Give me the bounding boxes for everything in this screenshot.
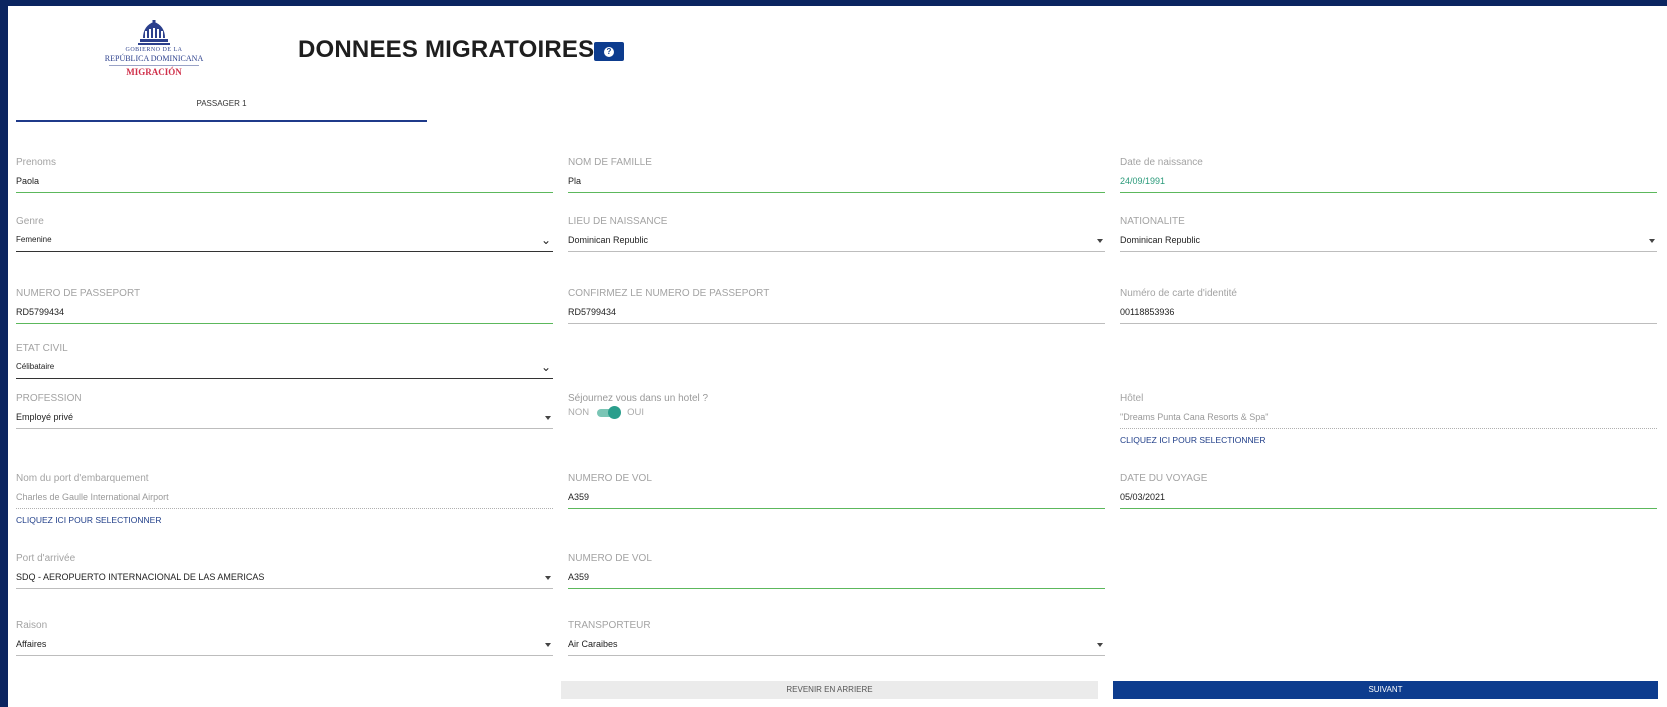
hotel-select-link[interactable]: CLIQUEZ ICI POUR SELECTIONNER: [1120, 435, 1657, 445]
chevron-down-icon: ⌄: [540, 360, 551, 374]
hotel-toggle-group: NON OUI: [568, 405, 1105, 419]
raison-select[interactable]: Affaires: [16, 637, 553, 656]
numero-vol-label: NUMERO DE VOL: [568, 473, 652, 484]
transporteur-select[interactable]: Air Caraibes: [568, 637, 1105, 656]
port-embarquement-select-link[interactable]: CLIQUEZ ICI POUR SELECTIONNER: [16, 515, 553, 525]
carte-identite-label: Numéro de carte d'identité: [1120, 288, 1237, 299]
genre-select[interactable]: Femenine ⌄: [16, 233, 553, 252]
hotel-question-field: Séjournez vous dans un hotel ? NON OUI: [568, 392, 1105, 419]
toggle-on-label: OUI: [627, 407, 645, 418]
profession-select[interactable]: Employé privé: [16, 410, 553, 429]
toggle-off-label: NON: [568, 407, 590, 418]
hotel-field: Hôtel "Dreams Punta Cana Resorts & Spa" …: [1120, 392, 1657, 445]
port-arrivee-field: Port d'arrivée SDQ - AEROPUERTO INTERNAC…: [16, 552, 553, 589]
caret-down-icon: [545, 416, 551, 420]
logo-line-1: GOBIERNO DE LA: [125, 47, 183, 53]
caret-down-icon: [1097, 643, 1103, 647]
passeport-input[interactable]: RD5799434: [16, 305, 553, 324]
hotel-label: Hôtel: [1120, 393, 1144, 404]
date-voyage-field: DATE DU VOYAGE 05/03/2021: [1120, 472, 1657, 509]
page-title: DONNEES MIGRATOIRES: [298, 36, 595, 63]
caret-down-icon: [545, 643, 551, 647]
genre-field: Genre Femenine ⌄: [16, 215, 553, 252]
caret-down-icon: [1097, 239, 1103, 243]
port-embarquement-input[interactable]: Charles de Gaulle International Airport: [16, 490, 553, 509]
nationalite-field: NATIONALITE Dominican Republic: [1120, 215, 1657, 252]
date-voyage-label: DATE DU VOYAGE: [1120, 473, 1208, 484]
port-embarquement-field: Nom du port d'embarquement Charles de Ga…: [16, 472, 553, 525]
logo-divider: [109, 65, 199, 66]
confirm-passeport-label: CONFIRMEZ LE NUMERO DE PASSEPORT: [568, 288, 770, 299]
caret-down-icon: [545, 576, 551, 580]
page: GOBIERNO DE LA REPÚBLICA DOMINICANA MIGR…: [8, 6, 1667, 707]
date-naissance-input[interactable]: 24/09/1991: [1120, 174, 1657, 193]
nom-famille-input[interactable]: Pla: [568, 174, 1105, 193]
port-embarquement-label: Nom du port d'embarquement: [16, 473, 149, 484]
raison-label: Raison: [16, 620, 48, 631]
genre-value: Femenine: [16, 235, 52, 244]
nationalite-value: Dominican Republic: [1120, 235, 1201, 245]
passeport-field: NUMERO DE PASSEPORT RD5799434: [16, 287, 553, 324]
profession-value: Employé privé: [16, 412, 74, 422]
nom-famille-label: NOM DE FAMILLE: [568, 157, 652, 168]
raison-value: Affaires: [16, 639, 47, 649]
lieu-naissance-field: LIEU DE NAISSANCE Dominican Republic: [568, 215, 1105, 252]
etat-civil-value: Célibataire: [16, 362, 55, 371]
numero-vol-input[interactable]: A359: [568, 490, 1105, 509]
port-arrivee-value: SDQ - AEROPUERTO INTERNACIONAL DE LAS AM…: [16, 572, 265, 582]
lieu-naissance-label: LIEU DE NAISSANCE: [568, 216, 668, 227]
tab-passager-1[interactable]: PASSAGER 1: [16, 98, 427, 122]
port-arrivee-label: Port d'arrivée: [16, 553, 76, 564]
confirm-passeport-field: CONFIRMEZ LE NUMERO DE PASSEPORT RD57994…: [568, 287, 1105, 324]
transporteur-value: Air Caraibes: [568, 639, 618, 649]
hotel-input[interactable]: "Dreams Punta Cana Resorts & Spa": [1120, 410, 1657, 429]
date-naissance-field: Date de naissance 24/09/1991: [1120, 156, 1657, 193]
carte-identite-field: Numéro de carte d'identité 00118853936: [1120, 287, 1657, 324]
next-button[interactable]: SUIVANT: [1113, 681, 1658, 699]
transporteur-field: TRANSPORTEUR Air Caraibes: [568, 619, 1105, 656]
chevron-down-icon: ⌄: [540, 233, 551, 247]
etat-civil-field: ETAT CIVIL Célibataire ⌄: [16, 342, 553, 379]
transporteur-label: TRANSPORTEUR: [568, 620, 651, 631]
hotel-toggle[interactable]: [597, 405, 622, 419]
carte-identite-input[interactable]: 00118853936: [1120, 305, 1657, 324]
caret-down-icon: [1649, 239, 1655, 243]
lieu-naissance-value: Dominican Republic: [568, 235, 649, 245]
date-naissance-label: Date de naissance: [1120, 157, 1203, 168]
raison-field: Raison Affaires: [16, 619, 553, 656]
logo-line-3: MIGRACIÓN: [126, 67, 182, 77]
numero-vol-field: NUMERO DE VOL A359: [568, 472, 1105, 509]
logo-line-2: REPÚBLICA DOMINICANA: [104, 54, 204, 63]
toggle-knob: [608, 405, 622, 419]
etat-civil-label: ETAT CIVIL: [16, 343, 68, 354]
lieu-naissance-select[interactable]: Dominican Republic: [568, 233, 1105, 252]
prenoms-label: Prenoms: [16, 157, 57, 168]
nationalite-select[interactable]: Dominican Republic: [1120, 233, 1657, 252]
numero-vol-2-label: NUMERO DE VOL: [568, 553, 652, 564]
passeport-label: NUMERO DE PASSEPORT: [16, 288, 141, 299]
question-icon: ?: [604, 46, 614, 57]
port-arrivee-select[interactable]: SDQ - AEROPUERTO INTERNACIONAL DE LAS AM…: [16, 570, 553, 589]
date-voyage-input[interactable]: 05/03/2021: [1120, 490, 1657, 509]
etat-civil-select[interactable]: Célibataire ⌄: [16, 360, 553, 379]
help-button[interactable]: ?: [594, 42, 624, 61]
numero-vol-2-field: NUMERO DE VOL A359: [568, 552, 1105, 589]
prenoms-input[interactable]: Paola: [16, 174, 553, 193]
numero-vol-2-input[interactable]: A359: [568, 570, 1105, 589]
profession-label: PROFESSION: [16, 393, 82, 404]
confirm-passeport-input[interactable]: RD5799434: [568, 305, 1105, 324]
hotel-question-label: Séjournez vous dans un hotel ?: [568, 393, 709, 404]
prenoms-field: Prenoms Paola: [16, 156, 553, 193]
back-button[interactable]: REVENIR EN ARRIERE: [561, 681, 1098, 699]
genre-label: Genre: [16, 216, 44, 227]
migracion-logo: GOBIERNO DE LA REPÚBLICA DOMINICANA MIGR…: [94, 20, 214, 80]
nom-famille-field: NOM DE FAMILLE Pla: [568, 156, 1105, 193]
nationalite-label: NATIONALITE: [1120, 216, 1185, 227]
government-seal-icon: [138, 20, 170, 45]
profession-field: PROFESSION Employé privé: [16, 392, 553, 429]
